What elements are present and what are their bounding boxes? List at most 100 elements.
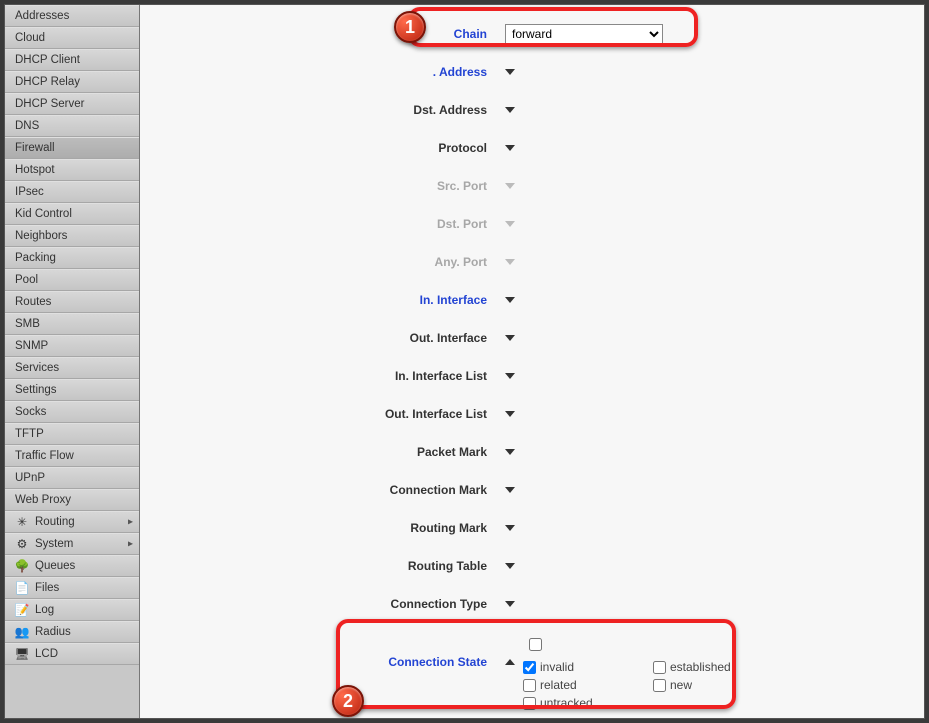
checkbox-related[interactable]: related <box>523 678 633 692</box>
expand-icon[interactable] <box>505 487 515 493</box>
sidebar-item-label: Queues <box>35 560 75 572</box>
sidebar-item-label: DHCP Relay <box>15 76 80 88</box>
sidebar-item-log[interactable]: 📝Log <box>5 599 139 621</box>
label-in_interface: In. Interface <box>150 293 505 307</box>
routing-icon: ✳ <box>15 515 29 529</box>
expand-icon[interactable] <box>505 107 515 113</box>
sidebar-item-label: Web Proxy <box>15 494 71 506</box>
label-connection-state: Connection State <box>150 635 505 669</box>
sidebar-item-lcd[interactable]: 🖥 LCD <box>5 643 139 665</box>
sidebar-item-hotspot[interactable]: Hotspot <box>5 159 139 181</box>
label-src_address: . Address <box>150 65 505 79</box>
sidebar-item-label: UPnP <box>15 472 45 484</box>
sidebar-item-pool[interactable]: Pool <box>5 269 139 291</box>
checkbox-input-untracked[interactable] <box>523 697 536 710</box>
checkbox-new[interactable]: new <box>653 678 763 692</box>
label-connection_type: Connection Type <box>150 597 505 611</box>
checkbox-negate[interactable] <box>529 638 542 651</box>
expand-icon[interactable] <box>505 335 515 341</box>
collapse-icon[interactable] <box>505 659 515 665</box>
expand-icon[interactable] <box>505 563 515 569</box>
checkbox-label: related <box>540 678 577 692</box>
checkbox-established[interactable]: established <box>653 660 763 674</box>
expand-icon[interactable] <box>505 601 515 607</box>
sidebar-item-label: System <box>35 538 73 550</box>
sidebar-item-label: Cloud <box>15 32 45 44</box>
sidebar-item-web-proxy[interactable]: Web Proxy <box>5 489 139 511</box>
sidebar-item-smb[interactable]: SMB <box>5 313 139 335</box>
expand-icon[interactable] <box>505 525 515 531</box>
sidebar-item-tftp[interactable]: TFTP <box>5 423 139 445</box>
row-in_interface_list: In. Interface List <box>150 357 914 395</box>
sidebar-item-dhcp-server[interactable]: DHCP Server <box>5 93 139 115</box>
radius-icon: 👥 <box>15 625 29 639</box>
label-dst_port: Dst. Port <box>150 217 505 231</box>
checkbox-label: new <box>670 678 692 692</box>
sidebar-item-snmp[interactable]: SNMP <box>5 335 139 357</box>
sidebar-item-kid-control[interactable]: Kid Control <box>5 203 139 225</box>
sidebar-item-label: IPsec <box>15 186 44 198</box>
lcd-icon: 🖥 <box>15 647 29 661</box>
sidebar-item-queues[interactable]: 🌳Queues <box>5 555 139 577</box>
sidebar-item-label: Traffic Flow <box>15 450 74 462</box>
sidebar-item-services[interactable]: Services <box>5 357 139 379</box>
checkbox-input-established[interactable] <box>653 661 666 674</box>
sidebar-item-neighbors[interactable]: Neighbors <box>5 225 139 247</box>
checkbox-label: established <box>670 660 731 674</box>
sidebar-item-cloud[interactable]: Cloud <box>5 27 139 49</box>
expand-icon <box>505 221 515 227</box>
sidebar-item-traffic-flow[interactable]: Traffic Flow <box>5 445 139 467</box>
sidebar-item-radius[interactable]: 👥 Radius <box>5 621 139 643</box>
label-out_interface: Out. Interface <box>150 331 505 345</box>
sidebar-item-label: DNS <box>15 120 39 132</box>
expand-icon[interactable] <box>505 373 515 379</box>
expand-icon[interactable] <box>505 411 515 417</box>
expand-icon[interactable] <box>505 69 515 75</box>
expand-icon[interactable] <box>505 145 515 151</box>
label-dst_address: Dst. Address <box>150 103 505 117</box>
sidebar-item-upnp[interactable]: UPnP <box>5 467 139 489</box>
label-in_interface_list: In. Interface List <box>150 369 505 383</box>
sidebar-item-socks[interactable]: Socks <box>5 401 139 423</box>
row-connection_mark: Connection Mark <box>150 471 914 509</box>
sidebar-item-dhcp-relay[interactable]: DHCP Relay <box>5 71 139 93</box>
sidebar-item-dns[interactable]: DNS <box>5 115 139 137</box>
checkbox-input-new[interactable] <box>653 679 666 692</box>
label-protocol: Protocol <box>150 141 505 155</box>
label-routing_table: Routing Table <box>150 559 505 573</box>
sidebar-item-ipsec[interactable]: IPsec <box>5 181 139 203</box>
select-chain[interactable]: forward <box>505 24 663 44</box>
sidebar-item-label: LCD <box>35 648 58 660</box>
sidebar-item-routing[interactable]: ✳Routing▸ <box>5 511 139 533</box>
row-chain: Chainforward <box>150 15 914 53</box>
sidebar-item-label: TFTP <box>15 428 44 440</box>
sidebar-item-label: DHCP Client <box>15 54 80 66</box>
expand-icon[interactable] <box>505 449 515 455</box>
row-in_interface: In. Interface <box>150 281 914 319</box>
sidebar-item-label: Radius <box>35 626 71 638</box>
sidebar-item-settings[interactable]: Settings <box>5 379 139 401</box>
sidebar-item-dhcp-client[interactable]: DHCP Client <box>5 49 139 71</box>
sidebar-item-firewall[interactable]: Firewall <box>5 137 139 159</box>
checkbox-untracked[interactable]: untracked <box>523 696 633 710</box>
row-connection_type: Connection Type <box>150 585 914 623</box>
sidebar-item-routes[interactable]: Routes <box>5 291 139 313</box>
checkbox-invalid[interactable]: invalid <box>523 660 633 674</box>
sidebar-item-addresses[interactable]: Addresses <box>5 5 139 27</box>
checkbox-input-related[interactable] <box>523 679 536 692</box>
sidebar-item-files[interactable]: 📄Files <box>5 577 139 599</box>
row-packet_mark: Packet Mark <box>150 433 914 471</box>
label-routing_mark: Routing Mark <box>150 521 505 535</box>
sidebar-item-label: Packing <box>15 252 56 264</box>
checkbox-input-invalid[interactable] <box>523 661 536 674</box>
row-dst_port: Dst. Port <box>150 205 914 243</box>
expand-icon <box>505 259 515 265</box>
sidebar-item-system[interactable]: ⚙System▸ <box>5 533 139 555</box>
label-connection_mark: Connection Mark <box>150 483 505 497</box>
label-out_interface_list: Out. Interface List <box>150 407 505 421</box>
sidebar-item-label: Routing <box>35 516 75 528</box>
row-protocol: Protocol <box>150 129 914 167</box>
expand-icon[interactable] <box>505 297 515 303</box>
sidebar-item-label: Socks <box>15 406 46 418</box>
sidebar-item-packing[interactable]: Packing <box>5 247 139 269</box>
